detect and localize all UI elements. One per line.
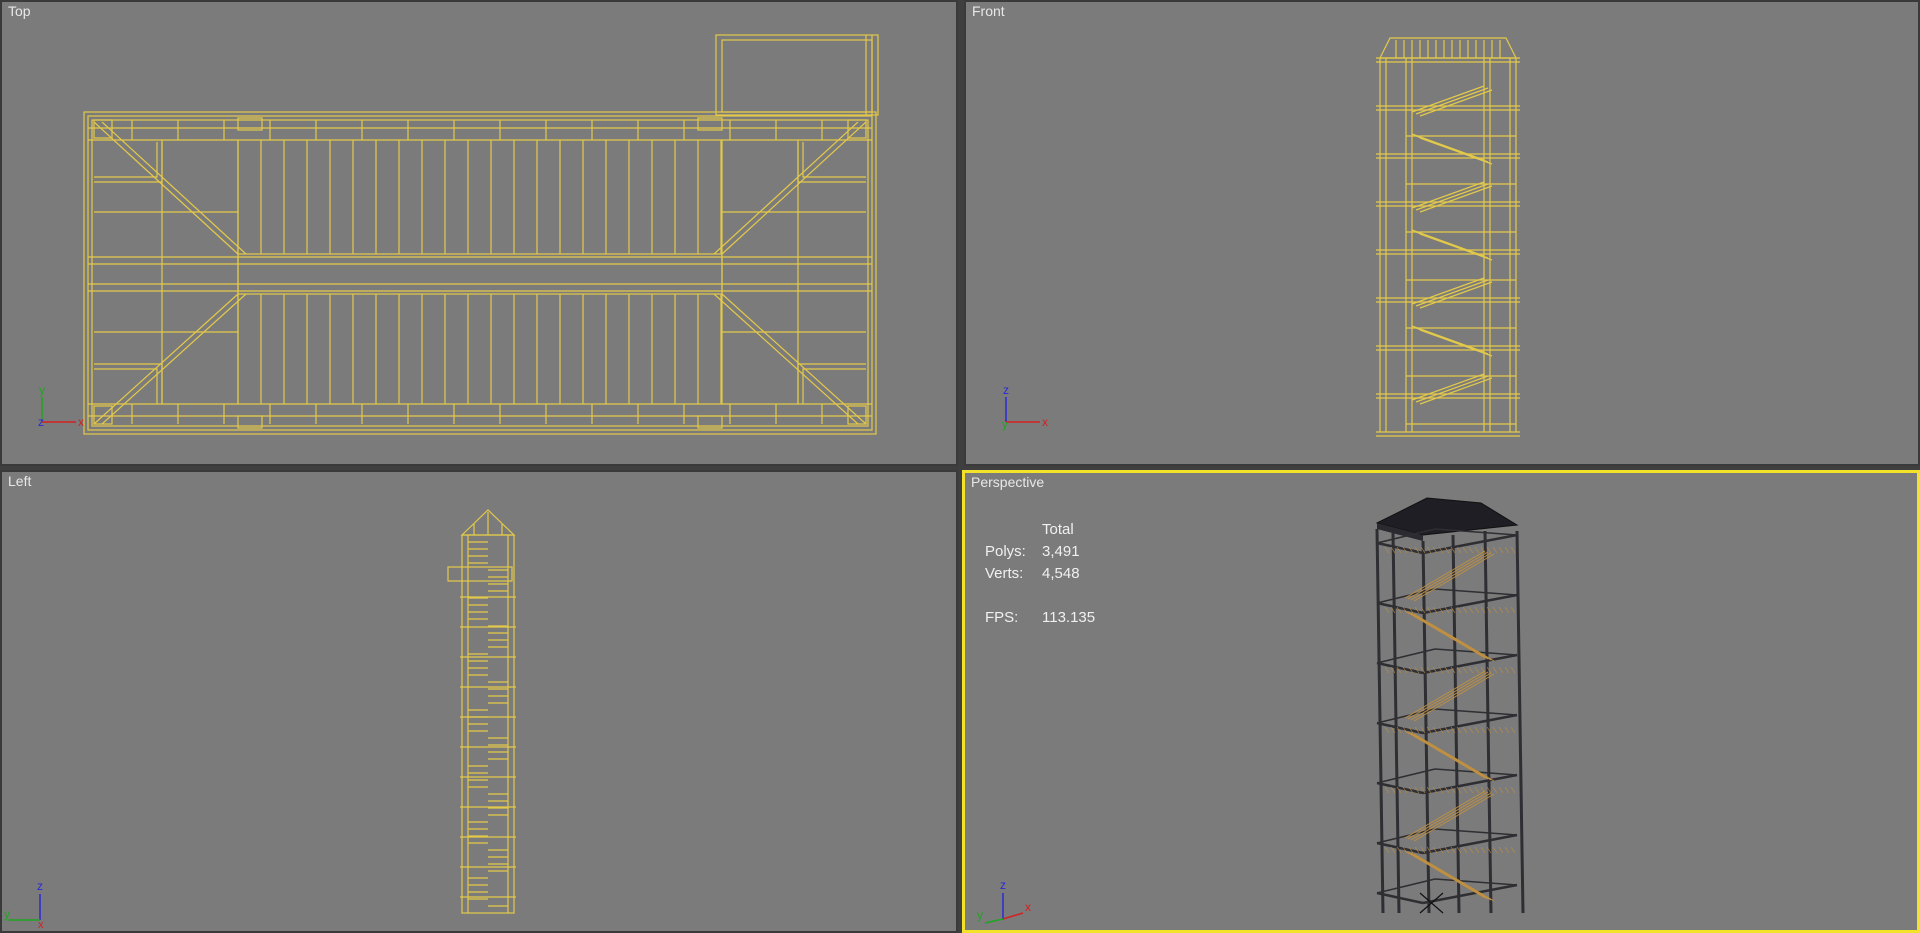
viewport-top[interactable]: Top y x z (0, 0, 958, 466)
axis-tripod-perspective: z x y (973, 871, 1043, 930)
viewport-label-front[interactable]: Front (972, 3, 1005, 19)
perspective-render (1375, 497, 1525, 914)
viewport-perspective[interactable]: Perspective Total Polys: 3,491 Verts: 4,54… (962, 470, 1920, 933)
axis-z-label: z (38, 415, 44, 429)
axis-z-label: z (1003, 383, 1009, 397)
verts-label: Verts: (985, 565, 1024, 582)
left-wireframe (447, 509, 516, 914)
axis-tripod-top: y x z (32, 372, 92, 437)
axis-z-label: z (1000, 878, 1006, 892)
viewport-label-top[interactable]: Top (8, 3, 31, 19)
verts-value: 4,548 (1042, 565, 1080, 582)
stats-overlay: Total Polys: 3,491 Verts: 4,548 FPS: 113.13… (985, 519, 1095, 629)
axis-y-label: y (977, 908, 983, 922)
axis-x-label: x (38, 919, 44, 931)
polys-label: Polys: (985, 543, 1026, 560)
axis-x-label: x (1042, 415, 1048, 429)
stats-header: Total (1042, 521, 1074, 538)
axis-tripod-front: z x y (996, 372, 1056, 437)
axis-y-label: y (4, 907, 10, 921)
viewport-left[interactable]: Left z y x (0, 470, 958, 933)
viewport-label-left[interactable]: Left (8, 473, 31, 489)
polys-value: 3,491 (1042, 543, 1080, 560)
axis-x-label: x (78, 415, 84, 429)
viewport-label-perspective[interactable]: Perspective (971, 474, 1044, 490)
fps-value: 113.135 (1042, 609, 1096, 626)
viewport-front[interactable]: Front z x y (964, 0, 1920, 466)
axis-tripod-left: z y x (2, 872, 62, 931)
axis-y-label: y (1002, 419, 1008, 431)
axis-x-label: x (1025, 900, 1031, 914)
fps-label: FPS: (985, 609, 1019, 626)
front-wireframe (1376, 37, 1520, 437)
axis-y-label: y (39, 383, 45, 397)
axis-z-label: z (37, 879, 43, 893)
top-wireframe (83, 34, 879, 435)
